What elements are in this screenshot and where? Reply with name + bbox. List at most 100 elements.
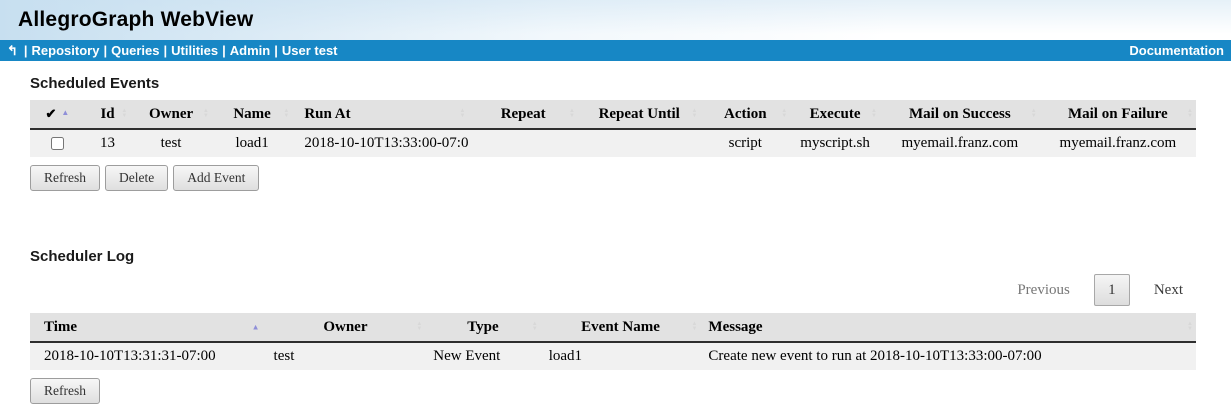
column-header-label: Owner <box>323 319 367 335</box>
nav-link-admin[interactable]: Admin <box>230 43 270 58</box>
sort-hint-icon: ▲▼ <box>459 109 465 119</box>
table-row: 2018-10-10T13:31:31-07:00testNew Eventlo… <box>30 342 1196 370</box>
sort-hint-icon: ▲▼ <box>569 109 575 119</box>
row-select-checkbox[interactable] <box>51 137 64 150</box>
column-header-label: Time <box>44 319 77 335</box>
scheduled-events-table: ✔▲Id▲▼Owner▲▼Name▲▼Run At▲▼Repeat▲▼Repea… <box>30 100 1196 157</box>
nav-left-group: ↰|Repository|Queries|Utilities|Admin|Use… <box>5 43 338 58</box>
pagination-next[interactable]: Next <box>1154 282 1183 299</box>
column-header-label: Execute <box>810 106 861 122</box>
sort-hint-icon: ▲▼ <box>1187 109 1193 119</box>
column-header-time[interactable]: Time ▲ <box>30 313 266 342</box>
sort-hint-icon: ▲▼ <box>1187 322 1193 332</box>
back-arrow-icon[interactable]: ↰ <box>7 43 18 58</box>
column-header-message[interactable]: Message ▲▼ <box>700 313 1196 342</box>
main-content: Scheduled Events ✔▲Id▲▼Owner▲▼Name▲▼Run … <box>0 61 1231 405</box>
cell-name: load1 <box>212 129 292 157</box>
column-header-type[interactable]: Type ▲▼ <box>425 313 540 342</box>
scheduled-events-heading: Scheduled Events <box>30 75 1196 92</box>
sort-hint-icon: ▲▼ <box>691 109 697 119</box>
cell-run-at: 2018-10-10T13:33:00-07:00 <box>292 129 468 157</box>
column-header-label: Repeat Until <box>599 106 680 122</box>
sort-hint-icon: ▲▼ <box>781 109 787 119</box>
column-header-label: Mail on Success <box>909 106 1011 122</box>
scheduled-events-buttons: RefreshDeleteAdd Event <box>30 165 1196 192</box>
cell-owner: test <box>266 342 426 370</box>
cell-mail-on-success: myemail.franz.com <box>880 129 1040 157</box>
scheduler-log-buttons: Refresh <box>30 378 1196 405</box>
sort-hint-icon: ▲▼ <box>416 322 422 332</box>
column-header-label: Mail on Failure <box>1068 106 1168 122</box>
column-header-label: Event Name <box>581 319 660 335</box>
table-row: 13testload12018-10-10T13:33:00-07:00 scri… <box>30 129 1196 157</box>
sort-hint-icon: ▲▼ <box>691 322 697 332</box>
cell-type: New Event <box>425 342 540 370</box>
column-header-owner[interactable]: Owner ▲▼ <box>266 313 426 342</box>
sort-hint-icon: ▲▼ <box>532 322 538 332</box>
checkmark-icon: ✔ <box>45 106 56 121</box>
refresh-button[interactable]: Refresh <box>30 378 100 404</box>
nav-separator: | <box>24 43 28 58</box>
column-header-owner[interactable]: Owner ▲▼ <box>130 100 212 129</box>
cell-event-name: load1 <box>541 342 701 370</box>
header-row: ✔▲Id▲▼Owner▲▼Name▲▼Run At▲▼Repeat▲▼Repea… <box>30 100 1196 129</box>
column-header-label: Owner <box>149 106 193 122</box>
nav-link-utilities[interactable]: Utilities <box>171 43 218 58</box>
column-header-label: Message <box>708 319 762 335</box>
column-header-select[interactable]: ✔▲ <box>30 100 85 129</box>
nav-link-documentation[interactable]: Documentation <box>1129 43 1226 58</box>
column-header-event-name[interactable]: Event Name ▲▼ <box>541 313 701 342</box>
column-header-name[interactable]: Name ▲▼ <box>212 100 292 129</box>
column-header-label: Id <box>100 106 114 122</box>
column-header-execute[interactable]: Execute ▲▼ <box>790 100 880 129</box>
column-header-label: Action <box>724 106 767 122</box>
cell-action: script <box>700 129 790 157</box>
cell-execute: myscript.sh <box>790 129 880 157</box>
scheduler-log-heading: Scheduler Log <box>30 248 1196 265</box>
column-header-id[interactable]: Id ▲▼ <box>85 100 130 129</box>
cell-select <box>30 129 85 157</box>
scheduled-events-section: Scheduled Events ✔▲Id▲▼Owner▲▼Name▲▼Run … <box>30 75 1196 192</box>
header-row: Time ▲ Owner ▲▼ Type ▲▼ Event Name ▲▼ Message ▲▼ <box>30 313 1196 342</box>
sort-hint-icon: ▲▼ <box>871 109 877 119</box>
sort-ascending-icon: ▲ <box>252 323 260 332</box>
nav-separator: | <box>222 43 226 58</box>
sort-hint-icon: ▲▼ <box>203 109 209 119</box>
pagination: Previous 1 Next <box>30 273 1183 307</box>
cell-repeat <box>468 129 578 157</box>
nav-link-repository[interactable]: Repository <box>32 43 100 58</box>
sort-hint-icon: ▲▼ <box>121 109 127 119</box>
column-header-mail-on-success[interactable]: Mail on Success ▲▼ <box>880 100 1040 129</box>
column-header-label: Type <box>467 319 498 335</box>
column-header-label: Run At <box>304 106 350 122</box>
nav-link-queries[interactable]: Queries <box>111 43 159 58</box>
pagination-page-1[interactable]: 1 <box>1094 274 1130 306</box>
sort-hint-icon: ▲▼ <box>283 109 289 119</box>
top-nav: ↰|Repository|Queries|Utilities|Admin|Use… <box>0 40 1231 61</box>
cell-repeat-until <box>578 129 700 157</box>
column-header-repeat-until[interactable]: Repeat Until ▲▼ <box>578 100 700 129</box>
refresh-button[interactable]: Refresh <box>30 165 100 191</box>
add-event-button[interactable]: Add Event <box>173 165 259 191</box>
column-header-mail-on-failure[interactable]: Mail on Failure ▲▼ <box>1040 100 1196 129</box>
sort-hint-icon: ▲▼ <box>1031 109 1037 119</box>
cell-mail-on-failure: myemail.franz.com <box>1040 129 1196 157</box>
column-header-action[interactable]: Action ▲▼ <box>700 100 790 129</box>
nav-link-user-test[interactable]: User test <box>282 43 338 58</box>
sort-ascending-icon: ▲ <box>61 108 69 117</box>
app-title: AllegroGraph WebView <box>18 8 253 32</box>
column-header-repeat[interactable]: Repeat ▲▼ <box>468 100 578 129</box>
column-header-label: Name <box>233 106 271 122</box>
cell-owner: test <box>130 129 212 157</box>
cell-message: Create new event to run at 2018-10-10T13… <box>700 342 1196 370</box>
cell-id: 13 <box>85 129 130 157</box>
cell-time: 2018-10-10T13:31:31-07:00 <box>30 342 266 370</box>
scheduler-log-section: Scheduler Log Previous 1 Next Time ▲ Owner… <box>30 248 1196 405</box>
column-header-label: Repeat <box>501 106 546 122</box>
nav-separator: | <box>164 43 168 58</box>
column-header-run-at[interactable]: Run At ▲▼ <box>292 100 468 129</box>
scheduler-log-table: Time ▲ Owner ▲▼ Type ▲▼ Event Name ▲▼ Message ▲▼ 2… <box>30 313 1196 370</box>
pagination-previous[interactable]: Previous <box>1017 282 1070 299</box>
delete-button[interactable]: Delete <box>105 165 168 191</box>
app-masthead: AllegroGraph WebView <box>0 0 1231 40</box>
